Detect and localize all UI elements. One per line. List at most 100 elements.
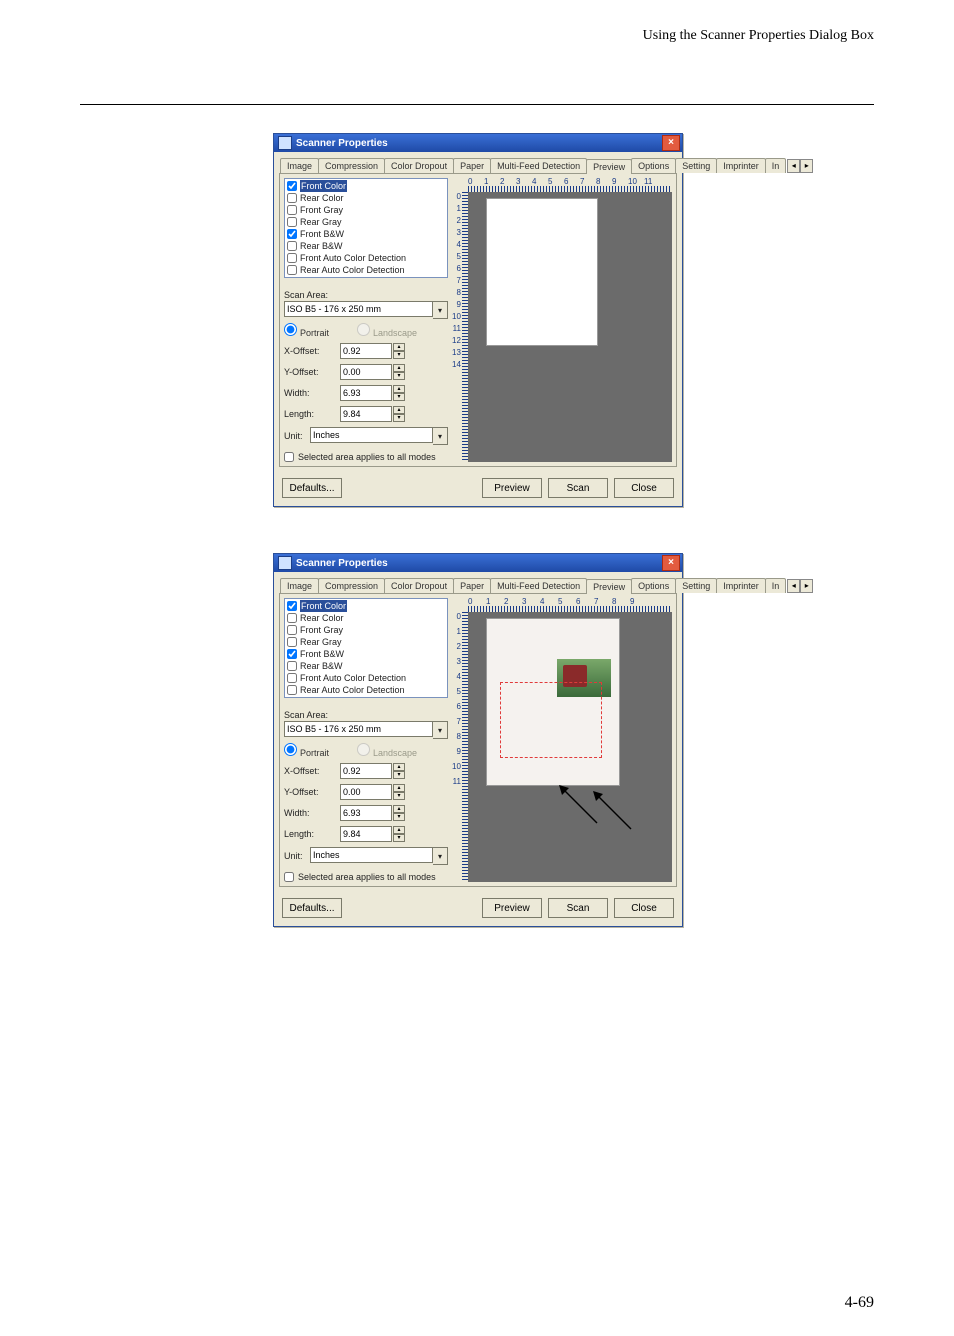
number-field[interactable]: ▴▾: [340, 763, 405, 779]
dialog-title: Scanner Properties: [296, 138, 388, 149]
scan-button[interactable]: Scan: [548, 898, 608, 918]
preview-canvas[interactable]: [468, 192, 672, 462]
spin-down-icon[interactable]: ▾: [393, 771, 405, 779]
tab-image[interactable]: Image: [280, 578, 319, 593]
orientation-landscape[interactable]: Landscape: [357, 743, 417, 758]
scan-area-combo[interactable]: ▾: [284, 721, 448, 739]
tab-preview[interactable]: Preview: [586, 579, 632, 594]
tab-paper[interactable]: Paper: [453, 578, 491, 593]
image-selection-item[interactable]: Front Color: [287, 600, 445, 612]
number-field[interactable]: ▴▾: [340, 805, 405, 821]
unit-value[interactable]: [310, 427, 433, 443]
number-field[interactable]: ▴▾: [340, 784, 405, 800]
image-selection-item[interactable]: Rear Color: [287, 612, 445, 624]
tab-in[interactable]: In: [765, 158, 787, 173]
image-selection-item[interactable]: Rear Color: [287, 192, 445, 204]
spin-up-icon[interactable]: ▴: [393, 784, 405, 792]
field-label: Y-Offset:: [284, 367, 340, 377]
unit-value[interactable]: [310, 847, 433, 863]
orientation-portrait[interactable]: Portrait: [284, 323, 329, 338]
orientation-portrait[interactable]: Portrait: [284, 743, 329, 758]
tab-options[interactable]: Options: [631, 578, 676, 593]
tab-multi-feed-detection[interactable]: Multi-Feed Detection: [490, 158, 587, 173]
image-selection-item[interactable]: Rear Auto Color Detection: [287, 684, 445, 696]
image-selection-item[interactable]: Rear Gray: [287, 216, 445, 228]
spin-down-icon[interactable]: ▾: [393, 813, 405, 821]
page-number: 4-69: [845, 1294, 874, 1312]
tab-image[interactable]: Image: [280, 158, 319, 173]
close-button[interactable]: Close: [614, 478, 674, 498]
image-selection-list[interactable]: Front ColorRear ColorFront GrayRear Gray…: [284, 598, 448, 698]
image-selection-item[interactable]: Rear Gray: [287, 636, 445, 648]
tab-scroll-left[interactable]: ◂: [787, 159, 800, 173]
spin-down-icon[interactable]: ▾: [393, 351, 405, 359]
number-field[interactable]: ▴▾: [340, 826, 405, 842]
spin-up-icon[interactable]: ▴: [393, 385, 405, 393]
preview-button[interactable]: Preview: [482, 478, 542, 498]
scan-area-combo[interactable]: ▾: [284, 301, 448, 319]
preview-button[interactable]: Preview: [482, 898, 542, 918]
image-selection-list[interactable]: Front ColorRear ColorFront GrayRear Gray…: [284, 178, 448, 278]
image-selection-item[interactable]: Front Auto Color Detection: [287, 672, 445, 684]
spin-down-icon[interactable]: ▾: [393, 372, 405, 380]
image-selection-item[interactable]: Front Gray: [287, 204, 445, 216]
image-selection-item[interactable]: Rear B&W: [287, 240, 445, 252]
spin-up-icon[interactable]: ▴: [393, 763, 405, 771]
chevron-down-icon[interactable]: ▾: [433, 301, 448, 319]
image-selection-item[interactable]: Rear Auto Color Detection: [287, 264, 445, 276]
spin-down-icon[interactable]: ▾: [393, 414, 405, 422]
tab-compression[interactable]: Compression: [318, 578, 385, 593]
number-field[interactable]: ▴▾: [340, 406, 405, 422]
tab-color-dropout[interactable]: Color Dropout: [384, 158, 454, 173]
chevron-down-icon[interactable]: ▾: [433, 721, 448, 739]
image-selection-item[interactable]: Front Auto Color Detection: [287, 252, 445, 264]
field-label: Length:: [284, 409, 340, 419]
close-icon[interactable]: ×: [662, 555, 680, 571]
image-selection-item[interactable]: Rear B&W: [287, 660, 445, 672]
tab-options[interactable]: Options: [631, 158, 676, 173]
tab-multi-feed-detection[interactable]: Multi-Feed Detection: [490, 578, 587, 593]
chevron-down-icon[interactable]: ▾: [433, 847, 448, 865]
spin-up-icon[interactable]: ▴: [393, 826, 405, 834]
scan-button[interactable]: Scan: [548, 478, 608, 498]
spin-down-icon[interactable]: ▾: [393, 834, 405, 842]
tab-scroll-right[interactable]: ▸: [800, 159, 813, 173]
tab-color-dropout[interactable]: Color Dropout: [384, 578, 454, 593]
image-selection-item[interactable]: Front B&W: [287, 648, 445, 660]
spin-up-icon[interactable]: ▴: [393, 343, 405, 351]
all-modes-checkbox[interactable]: Selected area applies to all modes: [284, 452, 448, 462]
defaults-button[interactable]: Defaults...: [282, 898, 342, 918]
spin-down-icon[interactable]: ▾: [393, 393, 405, 401]
tab-scroll-right[interactable]: ▸: [800, 579, 813, 593]
tab-in[interactable]: In: [765, 578, 787, 593]
spin-down-icon[interactable]: ▾: [393, 792, 405, 800]
tab-preview[interactable]: Preview: [586, 159, 632, 174]
spin-up-icon[interactable]: ▴: [393, 364, 405, 372]
tab-imprinter[interactable]: Imprinter: [716, 578, 766, 593]
number-field[interactable]: ▴▾: [340, 385, 405, 401]
image-selection-item[interactable]: Front Gray: [287, 624, 445, 636]
chevron-down-icon[interactable]: ▾: [433, 427, 448, 445]
scan-area-value[interactable]: [284, 721, 433, 737]
spin-up-icon[interactable]: ▴: [393, 406, 405, 414]
all-modes-checkbox[interactable]: Selected area applies to all modes: [284, 872, 448, 882]
defaults-button[interactable]: Defaults...: [282, 478, 342, 498]
tab-imprinter[interactable]: Imprinter: [716, 158, 766, 173]
scan-area-value[interactable]: [284, 301, 433, 317]
number-field[interactable]: ▴▾: [340, 364, 405, 380]
tab-setting[interactable]: Setting: [675, 158, 717, 173]
preview-canvas[interactable]: [468, 612, 672, 882]
tab-scroll-left[interactable]: ◂: [787, 579, 800, 593]
close-button[interactable]: Close: [614, 898, 674, 918]
close-icon[interactable]: ×: [662, 135, 680, 151]
number-field[interactable]: ▴▾: [340, 343, 405, 359]
tab-paper[interactable]: Paper: [453, 158, 491, 173]
image-selection-item[interactable]: Front B&W: [287, 228, 445, 240]
unit-combo[interactable]: ▾: [310, 847, 448, 865]
unit-combo[interactable]: ▾: [310, 427, 448, 445]
tab-setting[interactable]: Setting: [675, 578, 717, 593]
orientation-landscape[interactable]: Landscape: [357, 323, 417, 338]
image-selection-item[interactable]: Front Color: [287, 180, 445, 192]
tab-compression[interactable]: Compression: [318, 158, 385, 173]
spin-up-icon[interactable]: ▴: [393, 805, 405, 813]
